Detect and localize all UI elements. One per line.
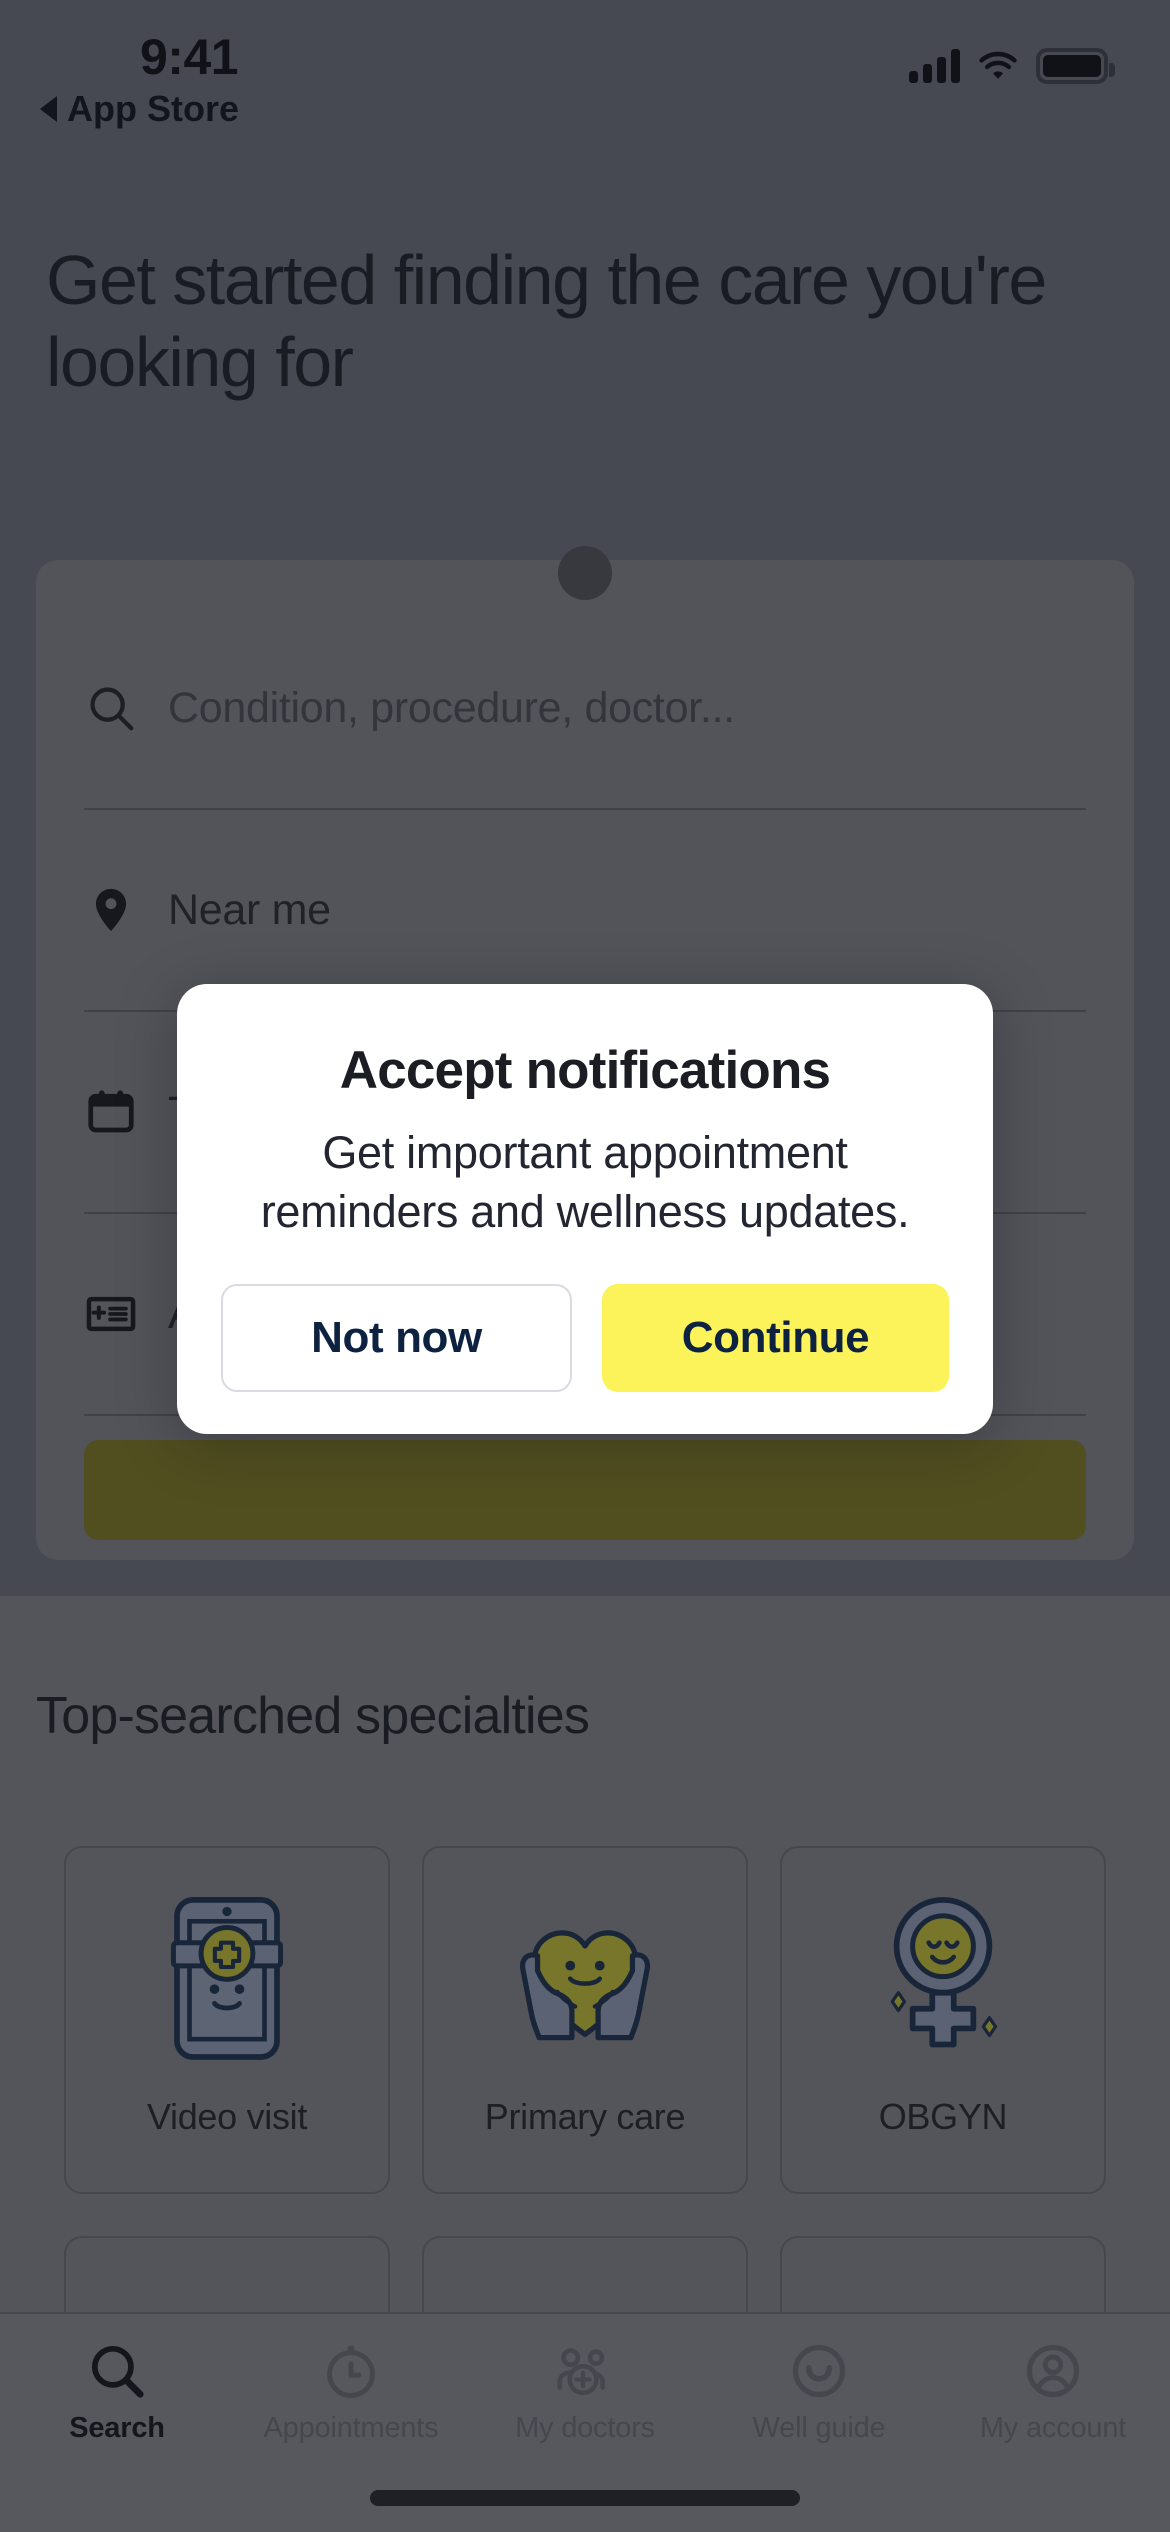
status-time: 9:41 [140, 29, 239, 85]
location-value[interactable]: Near me [168, 886, 331, 935]
female-symbol-icon [890, 1897, 998, 2048]
specialty-card-obgyn[interactable]: OBGYN [780, 1846, 1106, 2194]
specialty-label: OBGYN [878, 2096, 1008, 2137]
page-title: Get started finding the care you're look… [46, 241, 1047, 401]
tab-label: My doctors [515, 2412, 655, 2444]
back-label: App Store [67, 88, 240, 129]
specialties-row: Video visit Primary care OBGYN [64, 1846, 1106, 2194]
continue-button[interactable]: Continue [602, 1283, 949, 1392]
search-icon [90, 687, 134, 731]
magnifier-icon [91, 2345, 144, 2398]
triangle-left-icon [40, 96, 57, 122]
search-submit-button[interactable] [84, 1440, 1086, 1540]
heart-in-hands-icon [519, 1930, 651, 2041]
battery-full-icon [1036, 48, 1115, 84]
tab-label: My account [979, 2412, 1127, 2444]
specialty-card-video-visit[interactable]: Video visit [64, 1846, 390, 2194]
location-row[interactable]: Near me [36, 810, 1134, 1010]
notifications-permission-dialog: Accept notifications Get important appoi… [177, 984, 993, 1434]
not-now-button[interactable]: Not now [221, 1283, 572, 1392]
wifi-icon [979, 51, 1017, 79]
dialog-actions: Not now Continue [221, 1283, 949, 1392]
video-visit-icon [170, 1897, 284, 2060]
back-to-app-store-link[interactable]: App Store [40, 88, 239, 130]
search-input[interactable]: Condition, procedure, doctor... [168, 684, 735, 733]
tab-search[interactable]: Search [0, 2314, 234, 2532]
tab-label: Appointments [263, 2412, 439, 2444]
tab-my-account[interactable]: My account [936, 2314, 1170, 2532]
specialty-label: Primary care [484, 2096, 686, 2137]
person-circle-icon [1026, 2344, 1080, 2398]
specialties-title: Top-searched specialties [36, 1687, 590, 1745]
home-indicator [370, 2490, 800, 2506]
stopwatch-icon [327, 2345, 375, 2398]
cellular-signal-icon [909, 49, 960, 83]
smile-icon [792, 2344, 846, 2398]
search-input-row[interactable]: Condition, procedure, doctor... [36, 608, 1134, 808]
specialty-card-primary-care[interactable]: Primary care [422, 1846, 748, 2194]
drag-handle-dot[interactable] [558, 546, 612, 600]
phone-screen: 9:41 App Store Get started finding the c… [0, 0, 1170, 2532]
tab-label: Well guide [752, 2412, 886, 2444]
bottom-tab-bar: Search Appointments My doctors Well guid… [0, 2312, 1170, 2532]
dialog-body: Get important appointment reminders and … [260, 1127, 910, 1238]
tab-label: Search [69, 2412, 165, 2444]
insurance-card-icon [86, 1296, 136, 1332]
location-pin-icon [95, 888, 127, 932]
status-indicators [909, 48, 1115, 84]
people-plus-icon [557, 2348, 605, 2396]
calendar-icon [88, 1090, 134, 1133]
dialog-title: Accept notifications [339, 1041, 831, 1100]
specialty-label: Video visit [146, 2096, 308, 2137]
